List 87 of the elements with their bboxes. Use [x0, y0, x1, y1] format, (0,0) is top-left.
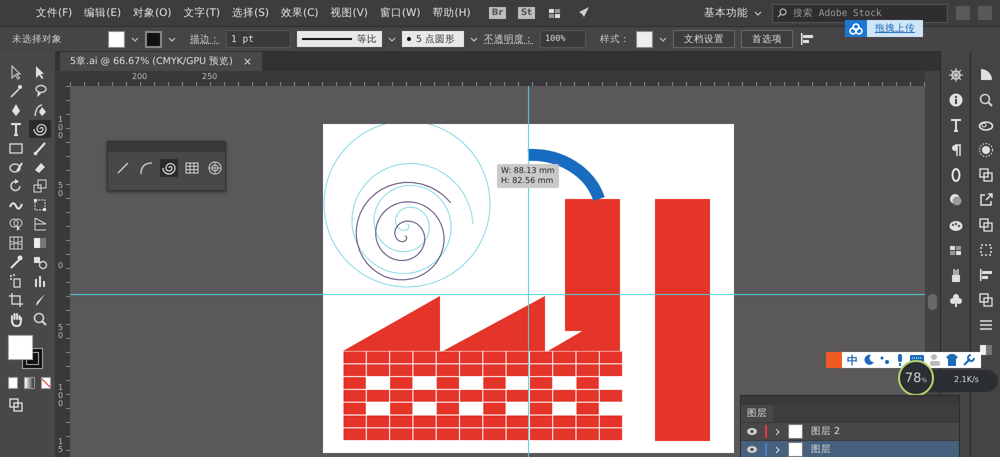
gradient-icon[interactable] — [978, 342, 994, 358]
stroke-label[interactable]: 描边： — [190, 32, 220, 46]
dashed-square-icon[interactable] — [978, 242, 994, 258]
export-icon[interactable] — [978, 192, 994, 208]
input-mode-toggle[interactable]: 中 — [847, 352, 858, 368]
fill-swatch[interactable] — [108, 30, 125, 48]
caret-icon[interactable] — [388, 36, 396, 42]
caret-icon[interactable] — [470, 36, 478, 42]
menu-item[interactable]: 文字(T) — [178, 6, 226, 20]
stroke-profile-dropdown[interactable]: 等比 — [297, 31, 382, 47]
app-launcher-button[interactable]: Br — [488, 7, 506, 19]
color-mode-icon[interactable] — [8, 377, 18, 389]
caret-icon[interactable] — [131, 36, 139, 42]
club-icon[interactable] — [948, 292, 964, 308]
eye-icon[interactable] — [747, 446, 757, 453]
menu-item[interactable]: 窗口(W) — [374, 6, 426, 20]
layer-row[interactable]: 图层 — [741, 440, 959, 457]
caret-icon[interactable] — [659, 36, 667, 42]
wrench-icon[interactable] — [963, 354, 975, 366]
toolbar-button[interactable]: 首选项 — [741, 30, 793, 48]
search-field[interactable]: 搜索 Adobe Stock — [772, 4, 948, 22]
opacity-field[interactable]: 100% — [540, 30, 586, 48]
width-readout: W: 88.13 mm — [501, 166, 555, 176]
upload-badge[interactable]: 拖拽上传 — [845, 20, 923, 37]
style-label: 样式： — [600, 32, 630, 46]
circles-icon[interactable] — [948, 192, 964, 208]
info-icon[interactable] — [948, 92, 964, 108]
workspace-switcher[interactable]: 基本功能 — [694, 6, 772, 20]
layer-thumbnail — [788, 442, 803, 457]
caret-icon[interactable] — [168, 36, 176, 42]
fill-stroke-swatches[interactable] — [5, 335, 45, 371]
squares-icon[interactable] — [978, 167, 994, 183]
app-launcher-button[interactable]: St — [518, 7, 535, 19]
ruler-label: 50 — [58, 324, 64, 340]
gradient-mode-icon[interactable] — [24, 377, 35, 389]
opacity-label[interactable]: 不透明度： — [484, 32, 534, 46]
ruler-label: 15 — [58, 438, 64, 454]
layer-name: 图层 2 — [811, 425, 842, 438]
layers-tab[interactable]: 图层 — [741, 405, 773, 422]
ruler-label: 200 — [132, 72, 148, 81]
caret-icon — [754, 10, 762, 16]
layer-name: 图层 — [811, 443, 832, 456]
network-speed: 2.1K/s — [954, 375, 979, 384]
usage-percent: 78 — [904, 370, 922, 386]
menu-item[interactable]: 帮助(H) — [426, 6, 477, 20]
menu-item[interactable]: 效果(C) — [275, 6, 325, 20]
menu-item[interactable]: 选择(S) — [226, 6, 275, 20]
ime-logo-icon — [826, 352, 842, 368]
squares-icon[interactable] — [978, 292, 994, 308]
scroll-thumb[interactable] — [928, 294, 937, 310]
selection-status: 未选择对象 — [12, 32, 62, 46]
none-mode-icon[interactable] — [40, 377, 51, 389]
height-readout: H: 82.56 mm — [501, 176, 554, 186]
chevron-icon[interactable] — [775, 428, 780, 436]
sun-icon[interactable] — [978, 142, 994, 158]
spiral-icon[interactable] — [160, 159, 178, 177]
document-tab[interactable]: 5章.ai @ 66.67% (CMYK/GPU 预览) × — [60, 52, 262, 71]
stroke-weight-field[interactable]: 1 pt — [226, 30, 291, 48]
shirt-icon[interactable] — [946, 354, 958, 366]
chevron-icon[interactable] — [775, 446, 780, 454]
eye-icon[interactable] — [747, 428, 757, 435]
microphone-icon[interactable] — [895, 354, 905, 366]
toolbar-button[interactable]: 文档设置 — [673, 30, 735, 48]
magnifier-icon[interactable] — [978, 92, 994, 108]
moon-icon[interactable] — [863, 354, 875, 366]
punctuation-icon[interactable] — [880, 354, 890, 366]
brush-dropdown[interactable]: 5 点圆形 — [402, 31, 464, 47]
menu-item[interactable]: 视图(V) — [324, 6, 374, 20]
wheel-icon[interactable] — [948, 67, 964, 83]
ruler-label: 100 — [58, 384, 64, 408]
menu-item[interactable]: 文件(F) — [30, 6, 78, 20]
ruler-label: 50 — [58, 182, 64, 198]
ruler-label: 0 — [58, 262, 64, 270]
screen-mode-icon[interactable] — [8, 397, 24, 413]
menu-item[interactable]: 编辑(E) — [78, 6, 128, 20]
layer-thumbnail — [788, 424, 803, 439]
ruler-label: 100 — [58, 116, 64, 140]
spiral-icon[interactable] — [29, 120, 51, 138]
style-swatch[interactable] — [636, 30, 653, 48]
polar-grid-icon[interactable] — [206, 159, 224, 177]
squares-icon[interactable] — [978, 217, 994, 233]
arrange-icon[interactable] — [799, 31, 815, 47]
stroke-swatch[interactable] — [145, 30, 162, 48]
menu-item[interactable]: 对象(O) — [127, 6, 178, 20]
close-button[interactable]: × — [242, 55, 252, 68]
ruler-label: 250 — [202, 72, 218, 81]
align-icon[interactable] — [978, 267, 994, 283]
